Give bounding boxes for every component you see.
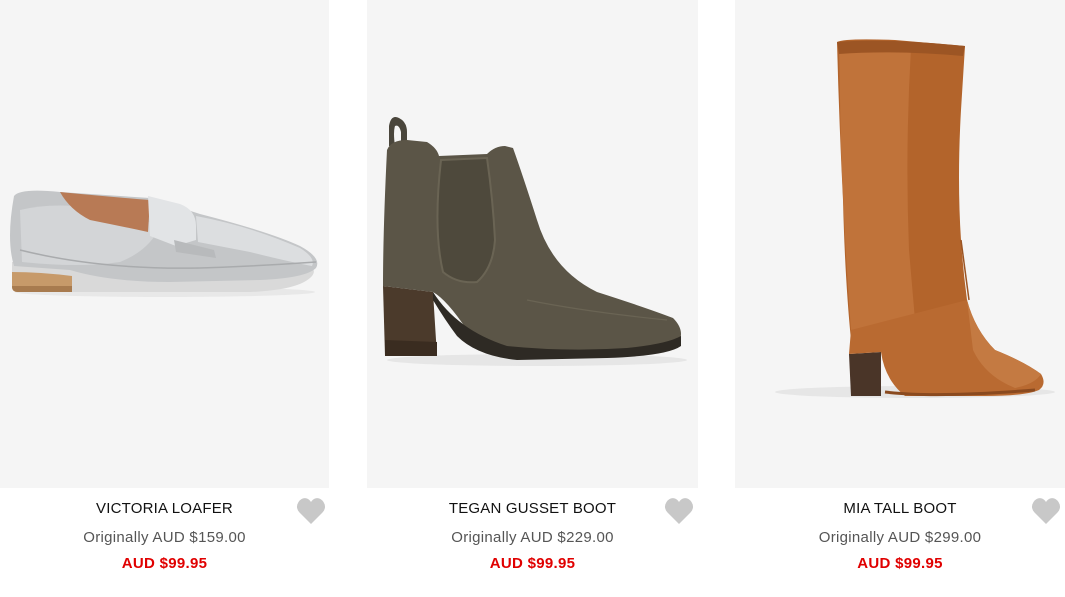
- product-image-khaki-chelsea-boot[interactable]: [367, 0, 698, 488]
- tall-boot-illustration: [775, 39, 1055, 398]
- sale-price: AUD $99.95: [857, 555, 943, 572]
- silver-loafer-illustration: [10, 190, 318, 297]
- sale-price: AUD $99.95: [489, 555, 576, 572]
- product-card: TEGAN GUSSET BOOT Originally AUD $229.00…: [367, 0, 698, 597]
- product-image-silver-loafer[interactable]: [0, 0, 329, 488]
- product-name[interactable]: VICTORIA LOAFER: [0, 500, 329, 517]
- heart-icon[interactable]: [1031, 497, 1061, 525]
- product-name[interactable]: TEGAN GUSSET BOOT: [367, 500, 698, 517]
- chelsea-boot-illustration: [383, 117, 687, 366]
- sale-price: AUD $99.95: [121, 555, 208, 572]
- original-price: Originally AUD $159.00: [83, 529, 246, 546]
- product-image-tan-tall-boot[interactable]: [735, 0, 1065, 488]
- original-price: Originally AUD $229.00: [451, 529, 614, 546]
- product-card: MIA TALL BOOT Originally AUD $299.00 AUD…: [735, 0, 1065, 597]
- original-price: Originally AUD $299.00: [818, 529, 982, 546]
- heart-icon[interactable]: [664, 497, 694, 525]
- product-card: VICTORIA LOAFER Originally AUD $159.00 A…: [0, 0, 329, 597]
- heart-icon[interactable]: [296, 497, 326, 525]
- product-name[interactable]: MIA TALL BOOT: [735, 500, 1065, 517]
- product-grid: VICTORIA LOAFER Originally AUD $159.00 A…: [0, 0, 1065, 597]
